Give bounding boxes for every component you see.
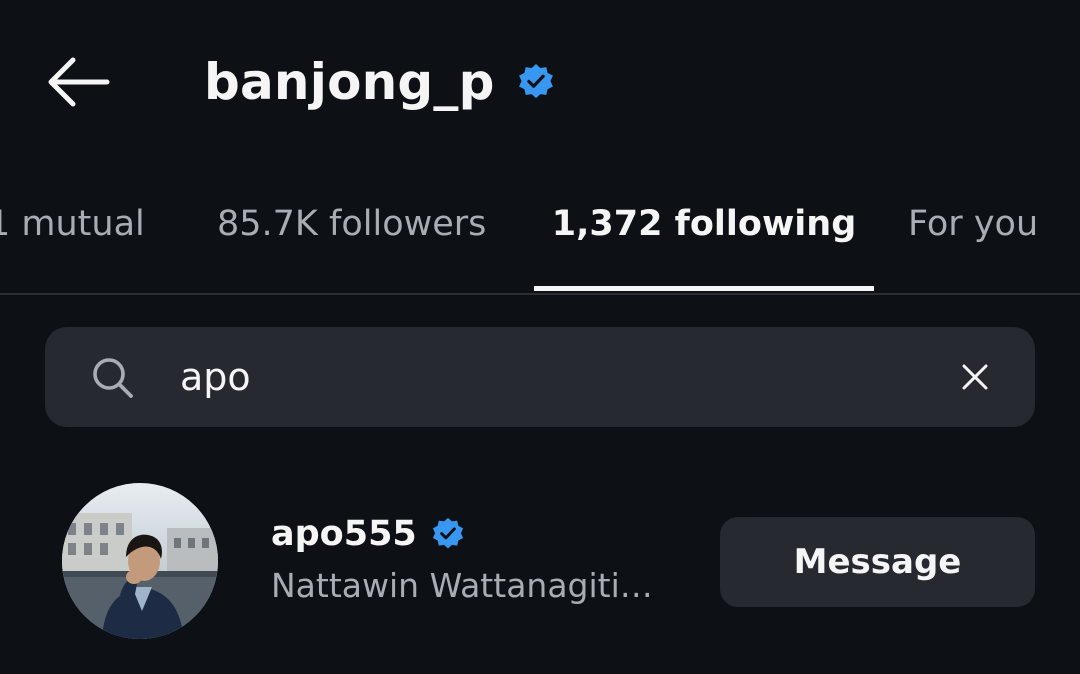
following-list-screen: banjong_p 1 mutual 85.7K followers 1,372… bbox=[0, 0, 1080, 674]
search-input[interactable] bbox=[180, 349, 920, 405]
tab-following[interactable]: 1,372 following bbox=[534, 190, 874, 294]
page-title: banjong_p bbox=[204, 53, 495, 111]
username: apo555 bbox=[271, 514, 417, 554]
tab-mutual[interactable]: 1 mutual bbox=[0, 190, 145, 294]
search-icon bbox=[93, 358, 133, 398]
tab-bar: 1 mutual 85.7K followers 1,372 following… bbox=[0, 190, 1080, 294]
message-button[interactable]: Message bbox=[720, 517, 1035, 607]
close-icon bbox=[962, 364, 988, 390]
full-name: Nattawin Wattanagiti… bbox=[271, 566, 653, 605]
arrow-left-icon bbox=[48, 57, 110, 107]
clear-search-button[interactable] bbox=[955, 357, 995, 397]
header: banjong_p bbox=[204, 44, 555, 120]
back-button[interactable] bbox=[40, 52, 116, 112]
tab-followers[interactable]: 85.7K followers bbox=[217, 190, 486, 294]
verified-badge-icon bbox=[518, 63, 553, 99]
verified-badge-icon bbox=[432, 517, 463, 549]
tab-divider bbox=[0, 293, 1080, 295]
avatar[interactable] bbox=[62, 483, 218, 639]
list-item[interactable]: apo555 Nattawin Wattanagiti… Message bbox=[0, 470, 1080, 660]
tab-for-you[interactable]: For you bbox=[908, 190, 1038, 294]
user-info[interactable]: apo555 Nattawin Wattanagiti… bbox=[271, 510, 691, 605]
username-line: apo555 bbox=[271, 510, 691, 558]
active-tab-indicator bbox=[534, 286, 874, 291]
avatar-image bbox=[62, 483, 218, 639]
search-bar[interactable] bbox=[45, 327, 1035, 427]
